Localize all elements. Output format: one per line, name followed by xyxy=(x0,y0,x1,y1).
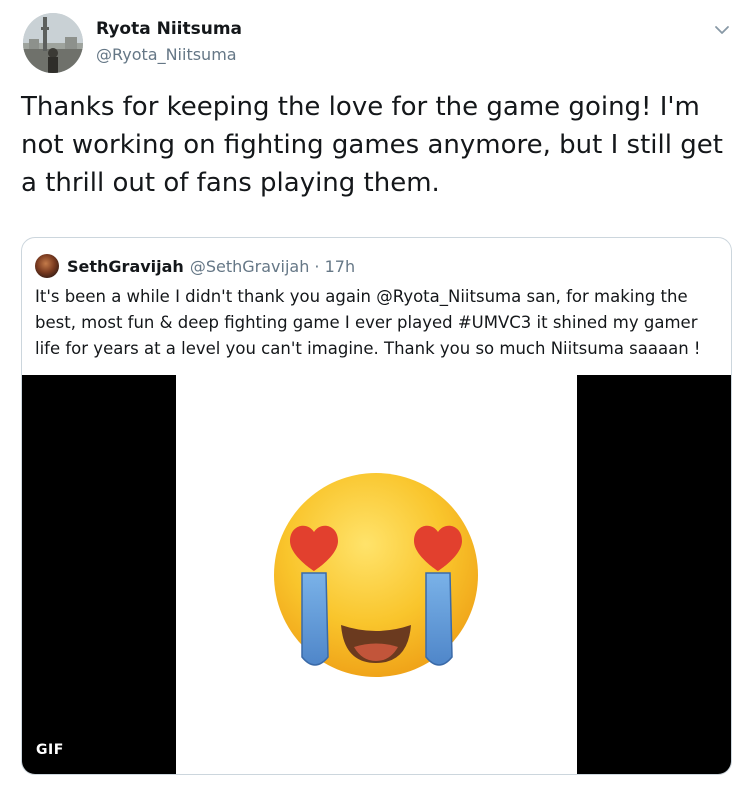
author-display-name[interactable]: Ryota Niitsuma xyxy=(96,19,242,39)
gif-media[interactable]: GIF xyxy=(22,375,731,774)
quoted-tweet-text: It's been a while I didn't thank you aga… xyxy=(35,287,701,358)
chevron-down-icon[interactable] xyxy=(712,20,732,40)
quoted-author-avatar xyxy=(35,254,59,278)
gif-badge: GIF xyxy=(30,739,70,761)
tweet: Ryota Niitsuma @Ryota_Niitsuma Thanks fo… xyxy=(0,0,750,801)
author-handle[interactable]: @Ryota_Niitsuma xyxy=(96,45,237,64)
gif-frame xyxy=(176,375,577,774)
quoted-tweet[interactable]: SethGravijah @SethGravijah · 17h It's be… xyxy=(21,237,732,775)
quoted-author-handle-time: @SethGravijah · 17h xyxy=(189,256,356,276)
quoted-tweet-header: SethGravijah @SethGravijah · 17h xyxy=(35,254,355,278)
heart-eyes-crying-emoji xyxy=(274,473,478,677)
quoted-author-name: SethGravijah xyxy=(67,256,184,276)
tweet-text: Thanks for keeping the love for the game… xyxy=(21,92,723,198)
author-avatar[interactable] xyxy=(23,13,83,73)
